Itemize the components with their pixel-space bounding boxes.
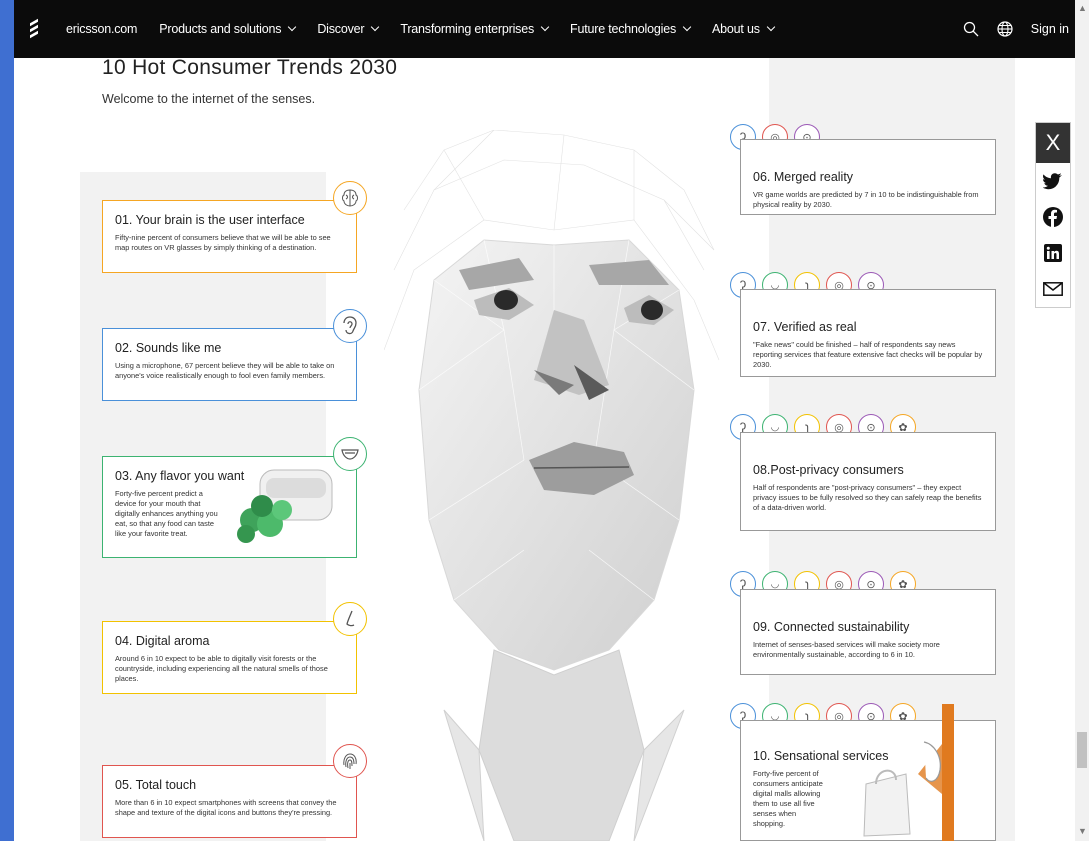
trend-text: VR game worlds are predicted by 7 in 10 … (753, 190, 979, 209)
trend-title: 08.Post-privacy consumers (753, 463, 904, 477)
trend-title: 02. Sounds like me (115, 341, 222, 355)
trend-text: Forty-five percent of consumers anticipa… (753, 769, 823, 828)
trend-title: 09. Connected sustainability (753, 620, 910, 634)
trend-title: 05. Total touch (115, 778, 197, 792)
globe-icon[interactable] (997, 21, 1013, 37)
nose-icon (333, 602, 367, 636)
nav-item-products-and-solutions[interactable]: Products and solutions (159, 22, 297, 36)
trend-card-06: 06. Merged reality VR game worlds are pr… (740, 139, 996, 215)
chevron-down-icon (766, 22, 776, 32)
shopping-illustration (863, 704, 954, 841)
close-share-button[interactable]: X (1036, 123, 1070, 163)
trend-text: Using a microphone, 67 percent believe t… (115, 361, 335, 380)
chevron-down-icon (288, 22, 297, 32)
trend-card-05: 05. Total touch More than 6 in 10 expect… (102, 765, 357, 838)
page-subtitle: Welcome to the internet of the senses. (102, 92, 316, 106)
scroll-up-arrow-icon[interactable]: ▲ (1078, 3, 1087, 13)
trend-text: Fifty-nine percent of consumers believe … (115, 233, 331, 252)
trend-text: Around 6 in 10 expect to be able to digi… (115, 654, 328, 683)
trend-text: "Fake news" could be finished – half of … (753, 340, 983, 369)
trend-title: 06. Merged reality (753, 170, 854, 184)
facebook-icon[interactable] (1036, 199, 1070, 235)
ericsson-logo-icon[interactable] (28, 18, 50, 40)
linkedin-icon[interactable] (1036, 235, 1070, 271)
sign-in-link[interactable]: Sign in (1031, 22, 1069, 36)
scroll-down-arrow-icon[interactable]: ▼ (1078, 826, 1087, 836)
nav-item-about-us[interactable]: About us (712, 22, 776, 36)
trend-title: 04. Digital aroma (115, 634, 210, 648)
chevron-down-icon (371, 22, 380, 32)
nav-right-tools: Sign in (963, 0, 1069, 58)
chevron-down-icon (682, 22, 692, 32)
trend-card-04: 04. Digital aroma Around 6 in 10 expect … (102, 621, 357, 694)
trend-card-01: 01. Your brain is the user interface Fif… (102, 200, 357, 273)
low-poly-face-illustration (384, 130, 720, 841)
trend-text: Forty-five percent predict a device for … (115, 489, 218, 538)
nav-item-future-technologies[interactable]: Future technologies (570, 22, 692, 36)
page-scrollbar[interactable]: ▲ ▼ (1075, 0, 1089, 841)
search-icon[interactable] (963, 21, 979, 37)
chevron-down-icon (540, 22, 550, 32)
fingerprint-icon (333, 744, 367, 778)
top-navigation-bar: ericsson.com Products and solutions Disc… (14, 0, 1075, 58)
trend-title: 07. Verified as real (753, 320, 857, 334)
email-icon[interactable] (1036, 271, 1070, 307)
trend-card-02: 02. Sounds like me Using a microphone, 6… (102, 328, 357, 401)
food-device-illustration (237, 469, 333, 543)
nav-item-discover[interactable]: Discover (317, 22, 380, 36)
ear-icon (333, 309, 367, 343)
trend-card-09: 09. Connected sustainability Internet of… (740, 589, 996, 675)
nav-item-transforming-enterprises[interactable]: Transforming enterprises (400, 22, 550, 36)
trend-text: More than 6 in 10 expect smartphones wit… (115, 798, 337, 817)
browser-viewport: ericsson.com Products and solutions Disc… (14, 0, 1089, 841)
trend-text: Half of respondents are "post-privacy co… (753, 483, 982, 512)
scrollbar-thumb[interactable] (1077, 732, 1087, 768)
trend-title: 01. Your brain is the user interface (115, 213, 305, 227)
mouth-icon (333, 437, 367, 471)
nav-item-ericsson-com[interactable]: ericsson.com (66, 22, 137, 36)
twitter-icon[interactable] (1036, 163, 1070, 199)
brain-icon (333, 181, 367, 215)
trend-card-07: 07. Verified as real "Fake news" could b… (740, 289, 996, 377)
trend-card-08: 08.Post-privacy consumers Half of respon… (740, 432, 996, 531)
page-title: 10 Hot Consumer Trends 2030 (102, 56, 398, 79)
social-share-bar: X (1035, 122, 1071, 308)
trend-text: Internet of senses-based services will m… (753, 640, 940, 659)
